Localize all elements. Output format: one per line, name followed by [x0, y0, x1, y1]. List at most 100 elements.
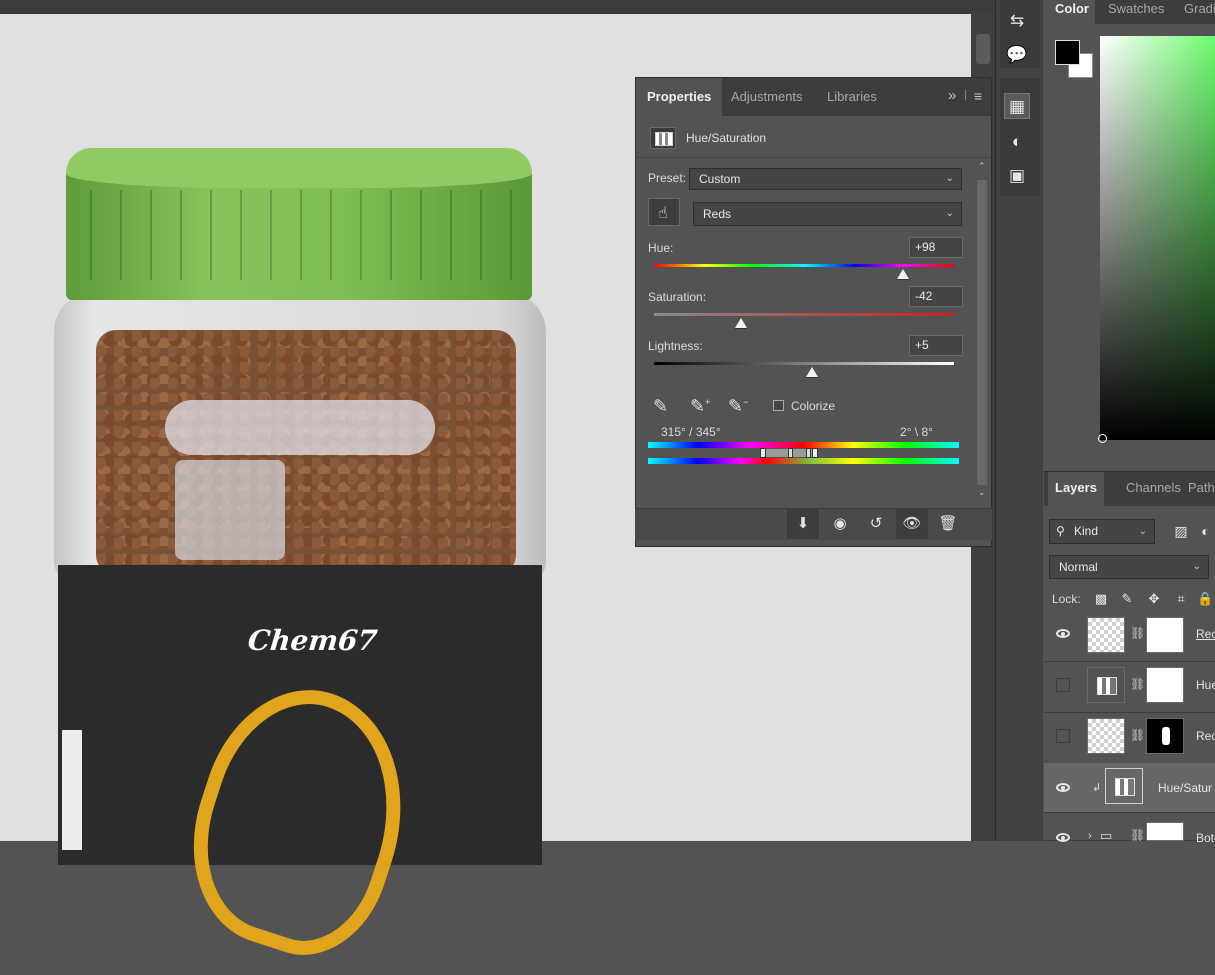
mask-link-icon[interactable]: ⛓ [1130, 626, 1145, 640]
clip-to-layer-button[interactable]: ⬇ [787, 508, 819, 539]
tab-swatches[interactable]: Swatches [1108, 0, 1164, 24]
layer-name[interactable]: Rec [1196, 729, 1215, 743]
tab-color[interactable]: Color [1044, 0, 1095, 24]
mask-link-icon[interactable]: ⛓ [1130, 728, 1145, 742]
lock-position-icon[interactable]: ✥ [1141, 586, 1167, 612]
lightness-input[interactable]: +5 [909, 335, 963, 356]
lightness-slider-track[interactable] [654, 362, 954, 365]
layer-filter-select[interactable]: ⚲ Kind ⌄ [1049, 519, 1155, 544]
hue-saturation-icon [650, 127, 676, 149]
channel-select[interactable]: Reds ⌄ [693, 202, 962, 226]
blend-mode-select[interactable]: Normal ⌄ [1049, 555, 1209, 579]
layer-mask-thumbnail[interactable] [1146, 617, 1184, 653]
layer-mask-thumbnail[interactable] [1146, 718, 1184, 754]
tab-layers[interactable]: Layers [1048, 472, 1104, 506]
filter-adjustment-layers-icon[interactable]: ◐ [1196, 518, 1215, 544]
tab-gradients[interactable]: Gradi [1184, 0, 1215, 24]
properties-tab-bar: Properties Adjustments Libraries » | ≡ [636, 78, 991, 116]
chevron-right-icon[interactable]: › [1088, 830, 1092, 842]
lock-label: Lock: [1052, 592, 1081, 606]
brand-logo: Chem67 [246, 624, 379, 657]
history-icon[interactable]: ⇆ [1004, 8, 1030, 34]
folder-icon: ▭ [1100, 828, 1113, 843]
layer-mask-thumbnail[interactable] [1146, 667, 1184, 703]
preset-value: Custom [699, 172, 741, 186]
comments-icon[interactable]: 💬 [1004, 42, 1030, 68]
clipping-indicator-icon: ↲ [1092, 782, 1102, 794]
range-inner-right-handle[interactable] [806, 448, 811, 458]
layer-mask-thumbnail[interactable] [1146, 822, 1184, 841]
range-inner-left-handle[interactable] [788, 448, 793, 458]
filter-pixel-layers-icon[interactable]: ▨ [1168, 518, 1194, 544]
libraries-dock-icon[interactable]: ▣ [1004, 163, 1030, 189]
toggle-visibility-icon[interactable]: 👁 [896, 508, 928, 539]
chevron-down-icon: ⌄ [945, 208, 954, 219]
adjustment-title: Hue/Saturation [686, 131, 767, 145]
properties-dock-icon[interactable]: ▦ [1004, 93, 1030, 119]
document-top-bar [0, 0, 995, 14]
eyedropper-plus-icon[interactable]: ✎+ [690, 396, 710, 417]
range-right-handle[interactable] [812, 448, 818, 458]
blend-mode-value: Normal [1059, 560, 1098, 574]
range-end-readout: 2° \ 8° [900, 425, 933, 439]
tab-properties[interactable]: Properties [636, 78, 723, 116]
delete-adjustment-icon[interactable]: 🗑 [932, 508, 964, 539]
chevron-down-icon: ⌄ [945, 173, 954, 184]
collapse-panel-icon[interactable]: » [948, 87, 956, 104]
layer-name[interactable]: Bote [1196, 831, 1215, 845]
tab-channels[interactable]: Channels [1119, 472, 1188, 506]
targeted-adjustment-button[interactable]: ☝ [648, 198, 680, 226]
label-side-panel [62, 730, 82, 850]
output-color-bar [648, 458, 959, 464]
color-picker-field[interactable] [1100, 36, 1215, 440]
layer-thumbnail [1087, 617, 1125, 653]
preset-select[interactable]: Custom ⌄ [689, 168, 962, 190]
filter-kind-value: Kind [1074, 524, 1099, 538]
mask-link-icon[interactable]: ⛓ [1130, 828, 1145, 842]
eyedropper-icon[interactable]: ✎ [653, 396, 668, 417]
glass-highlight-lower [175, 460, 285, 560]
adjustment-layer-icon [1087, 667, 1125, 703]
lock-artboard-icon[interactable]: ⌗ [1168, 586, 1194, 612]
colorize-checkbox[interactable] [773, 400, 784, 411]
panel-dock [995, 0, 1043, 841]
search-icon: ⚲ [1056, 524, 1065, 538]
range-left-handle[interactable] [760, 448, 766, 458]
panel-menu-icon[interactable]: ≡ [974, 88, 982, 104]
saturation-slider-thumb[interactable] [735, 318, 747, 329]
adjustments-dock-icon[interactable]: ◐ [1004, 129, 1030, 155]
visibility-eye-icon[interactable] [1056, 783, 1070, 792]
tab-adjustments[interactable]: Adjustments [720, 78, 814, 116]
layer-name[interactable]: Rec [1196, 627, 1215, 641]
visibility-toggle-off[interactable] [1056, 729, 1070, 743]
hue-label: Hue: [648, 241, 674, 255]
tab-libraries[interactable]: Libraries [816, 78, 888, 116]
lightness-slider-thumb[interactable] [805, 367, 818, 378]
lock-all-icon[interactable]: 🔒 [1196, 586, 1215, 612]
eyedropper-minus-icon[interactable]: ✎− [728, 396, 748, 417]
mask-link-icon[interactable]: ⛓ [1130, 677, 1145, 691]
hue-input[interactable]: +98 [909, 237, 963, 258]
saturation-input[interactable]: -42 [909, 286, 963, 307]
color-picker-cursor[interactable] [1098, 434, 1107, 443]
view-previous-state-icon[interactable]: ◉ [824, 508, 856, 539]
preset-label: Preset: [648, 171, 687, 185]
jar-lid [66, 148, 532, 300]
lock-transparent-pixels-icon[interactable]: ▩ [1088, 586, 1114, 612]
visibility-eye-icon[interactable] [1056, 629, 1070, 638]
hue-slider-thumb[interactable] [897, 269, 909, 280]
channel-value: Reds [703, 207, 732, 221]
reset-adjustments-icon[interactable]: ↺ [860, 508, 892, 539]
adjustment-layer-icon [1105, 768, 1143, 804]
hue-slider-track[interactable] [654, 264, 954, 267]
layer-name[interactable]: Hue/Satur [1158, 781, 1212, 795]
visibility-toggle-off[interactable] [1056, 678, 1070, 692]
tab-paths[interactable]: Path [1181, 472, 1215, 506]
layer-name[interactable]: Hue [1196, 678, 1215, 692]
foreground-color-swatch[interactable] [1055, 40, 1080, 65]
properties-scrollbar[interactable]: ⌃ ⌄ [976, 161, 988, 500]
glass-highlight [165, 400, 435, 455]
properties-header: Hue/Saturation [636, 116, 991, 158]
lock-image-pixels-icon[interactable]: ✎ [1114, 586, 1140, 612]
saturation-slider-track[interactable] [654, 313, 954, 316]
